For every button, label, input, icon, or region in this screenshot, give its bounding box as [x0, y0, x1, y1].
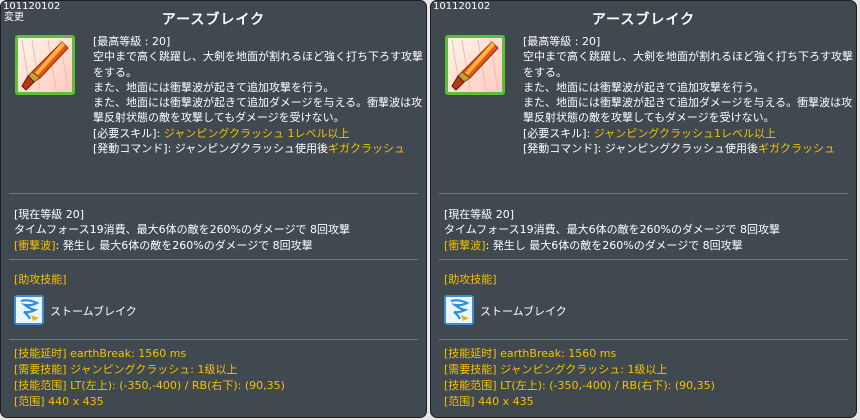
- required-skill-value: ジャンピングクラッシュ1レベル以上: [593, 126, 777, 140]
- description-text: また、地面には衝撃波が起きて追加ダメージを与える。衝撃波は攻撃反射状態の敵を攻撃…: [523, 96, 853, 125]
- divider: [9, 259, 418, 260]
- assist-skill-name[interactable]: ストームブレイク: [480, 303, 567, 319]
- required-skill-value: ジャンピングクラッシュ 1レベル以上: [163, 126, 350, 140]
- shockwave-line: [衝撃波]: 発生し 最大6体の敵を260%のダメージで 8回攻撃: [444, 238, 743, 253]
- assist-skill-header: [助攻技能]: [444, 273, 497, 286]
- current-level-text: [現在等級 20]: [444, 208, 515, 221]
- description-text: また、地面には衝撃波が起きて追加攻撃を行う。: [93, 80, 335, 94]
- shockwave-text: : 発生し 最大6体の敵を260%のダメージで 8回攻撃: [55, 239, 313, 252]
- skill-description: [最高等級 : 20] 空中まで高く跳躍し、大剣を地面が割れるほど強く打ち下ろす…: [523, 34, 853, 156]
- description-text: 空中まで高く跳躍し、大剣を地面が割れるほど強く打ち下ろす攻撃をする。: [93, 50, 423, 79]
- required-skill-label: [必要スキル]:: [523, 126, 594, 140]
- stat-required-skill: [需要技能] ジャンピングクラッシュ: 1级以上: [14, 363, 238, 376]
- shockwave-text: : 発生し 最大6体の敵を260%のダメージで 8回攻撃: [485, 239, 743, 252]
- skill-title: アースブレイク: [591, 12, 696, 28]
- stat-skill-range: [技能范围] LT(左上): (-350,-400) / RB(右下): (90…: [444, 379, 715, 392]
- assist-skill-header: [助攻技能]: [14, 273, 67, 286]
- storm-break-skill-icon[interactable]: [14, 295, 44, 325]
- skill-tooltip-right: 101120102 アースブレイク [最高等級 : 20] 空中まで高く跳躍し、…: [430, 0, 857, 418]
- earth-break-skill-icon: [15, 35, 75, 95]
- command-line: [発動コマンド]: ジャンピングクラッシュ使用後ギガクラッシュ: [93, 141, 423, 156]
- divider: [439, 259, 848, 260]
- current-level-text: [現在等級 20]: [14, 208, 85, 221]
- description-text: また、地面には衝撃波が起きて追加ダメージを与える。衝撃波は攻撃反射状態の敵を攻撃…: [93, 96, 423, 125]
- storm-break-skill-icon[interactable]: [444, 295, 474, 325]
- divider: [439, 339, 848, 340]
- skill-description: [最高等級 : 20] 空中まで高く跳躍し、大剣を地面が割れるほど強く打ち下ろす…: [93, 34, 423, 156]
- command-line: [発動コマンド]: ジャンピングクラッシュ使用後ギガクラッシュ: [523, 141, 853, 156]
- max-level-text: [最高等級 : 20]: [93, 35, 171, 48]
- shockwave-label: [衝撃波]: [14, 239, 56, 252]
- stat-skill-delay: [技能延时] earthBreak: 1560 ms: [14, 347, 187, 360]
- earth-break-skill-icon: [445, 35, 505, 95]
- stat-range-size: [范围] 440 x 435: [444, 395, 534, 408]
- stat-skill-range: [技能范围] LT(左上): (-350,-400) / RB(右下): (90…: [14, 379, 285, 392]
- description-text: また、地面には衝撃波が起きて追加攻撃を行う。: [523, 80, 765, 94]
- current-effect-text: タイムフォース19消費、最大6体の敵を260%のダメージで 8回攻撃: [444, 223, 780, 236]
- current-effect-text: タイムフォース19消費、最大6体の敵を260%のダメージで 8回攻撃: [14, 223, 350, 236]
- shockwave-line: [衝撃波]: 発生し 最大6体の敵を260%のダメージで 8回攻撃: [14, 238, 313, 253]
- command-label: [発動コマンド]: ジャンピングクラッシュ使用後: [93, 142, 329, 156]
- divider: [439, 193, 848, 194]
- divider: [9, 339, 418, 340]
- skill-title: アースブレイク: [161, 12, 266, 28]
- required-skill-line: [必要スキル]: ジャンピングクラッシュ 1レベル以上: [93, 126, 423, 141]
- stat-range-size: [范围] 440 x 435: [14, 395, 104, 408]
- command-value: ギガクラッシュ: [328, 142, 406, 156]
- divider: [9, 193, 418, 194]
- max-level-text: [最高等級 : 20]: [523, 35, 601, 48]
- stat-required-skill: [需要技能] ジャンピングクラッシュ: 1级以上: [444, 363, 668, 376]
- shockwave-label: [衝撃波]: [444, 239, 486, 252]
- required-skill-label: [必要スキル]:: [93, 126, 164, 140]
- stat-skill-delay: [技能延时] earthBreak: 1560 ms: [444, 347, 617, 360]
- assist-skill-name[interactable]: ストームブレイク: [50, 303, 137, 319]
- skill-tooltip-left: 101120102 変更 アースブレイク [最高等級 : 20] 空中まで高く跳…: [0, 0, 427, 418]
- command-value: ギガクラッシュ: [758, 142, 836, 156]
- command-label: [発動コマンド]: ジャンピングクラッシュ使用後: [523, 142, 759, 156]
- required-skill-line: [必要スキル]: ジャンピングクラッシュ1レベル以上: [523, 126, 853, 141]
- description-text: 空中まで高く跳躍し、大剣を地面が割れるほど強く打ち下ろす攻撃をする。: [523, 50, 853, 79]
